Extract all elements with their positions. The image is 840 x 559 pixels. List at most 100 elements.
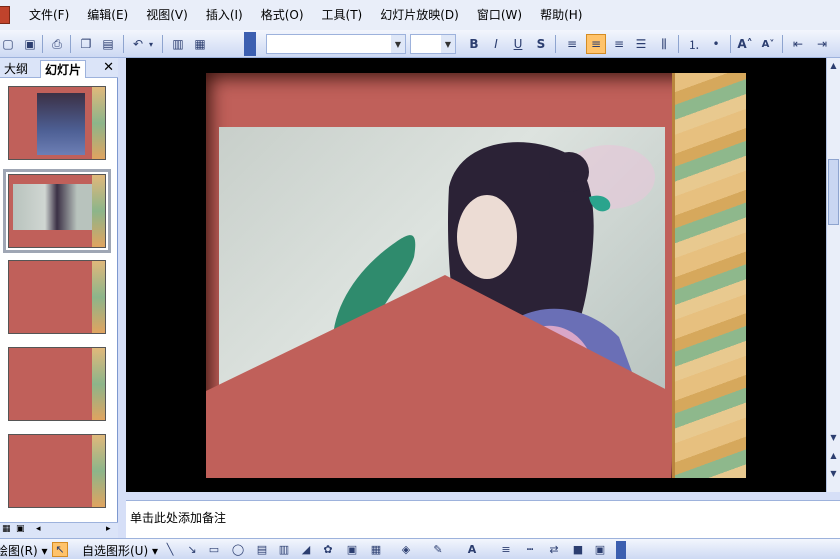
- slide-thumbnail-1[interactable]: [8, 86, 106, 160]
- toolbar-separator: [782, 35, 783, 53]
- decrease-indent-icon[interactable]: ⇤: [788, 34, 808, 54]
- toolbar-separator: [162, 35, 163, 53]
- align-right-icon[interactable]: ≡: [609, 34, 629, 54]
- undo-dropdown-icon[interactable]: ▾: [146, 34, 156, 54]
- menu-file[interactable]: 文件(F): [20, 0, 78, 30]
- 3d-style-icon[interactable]: ▣: [592, 542, 608, 557]
- slides-panel: 大纲 幻灯片 ✕: [0, 58, 118, 522]
- align-left-icon[interactable]: ≡: [562, 34, 582, 54]
- numbering-icon[interactable]: ⒈: [684, 34, 704, 54]
- table-icon[interactable]: ▦: [190, 34, 210, 54]
- next-slide-icon[interactable]: ▼: [827, 466, 840, 480]
- menu-slideshow[interactable]: 幻灯片放映(D): [371, 0, 468, 30]
- chevron-down-icon[interactable]: ▼: [441, 35, 455, 53]
- tab-outline[interactable]: 大纲: [0, 60, 32, 78]
- align-center-icon[interactable]: ≡: [586, 34, 606, 54]
- decrease-font-icon[interactable]: A˅: [758, 34, 778, 54]
- draw-menu[interactable]: 绘图(R) ▾: [0, 542, 48, 559]
- select-objects-icon[interactable]: ↖: [52, 542, 68, 557]
- new-icon[interactable]: ▢: [0, 34, 18, 54]
- font-name-combo[interactable]: ▼: [266, 34, 406, 54]
- toolbar: ▢ ▣ ⎙ ❐ ▤ ↶ ▾ ▥ ▦ ▼ ▼ B I U S ≡ ≡ ≡ ☰ ⫼ …: [0, 30, 840, 58]
- menu-window[interactable]: 窗口(W): [468, 0, 531, 30]
- toolbar-overflow-handle[interactable]: [244, 32, 256, 56]
- bullets-icon[interactable]: •: [706, 34, 726, 54]
- menu-format[interactable]: 格式(O): [252, 0, 313, 30]
- picture-icon[interactable]: ▦: [368, 542, 384, 557]
- menu-help[interactable]: 帮助(H): [531, 0, 591, 30]
- sorter-view-icon[interactable]: ▣: [16, 524, 25, 534]
- thumbnail-photo: [37, 93, 85, 155]
- slide-thumbnail-5[interactable]: [8, 434, 106, 508]
- slide-pentagon-overlay[interactable]: [206, 73, 746, 478]
- menu-bar: 文件(F) 编辑(E) 视图(V) 插入(I) 格式(O) 工具(T) 幻灯片放…: [0, 0, 840, 30]
- line-color-icon[interactable]: ✎: [430, 542, 446, 557]
- slide-thumbnail-2[interactable]: [3, 169, 111, 253]
- diagram-icon[interactable]: ✿: [320, 542, 336, 557]
- copy-icon[interactable]: ❐: [76, 34, 96, 54]
- slide-thumbnail-3[interactable]: [8, 260, 106, 334]
- thumbnail-border-strip: [92, 175, 105, 247]
- slide-decorative-border[interactable]: [672, 73, 746, 478]
- notes-pane[interactable]: 单击此处添加备注: [126, 500, 840, 538]
- powerpoint-app-icon[interactable]: [0, 6, 10, 24]
- shadow-style-icon[interactable]: ■: [570, 542, 586, 557]
- font-size-combo[interactable]: ▼: [410, 34, 456, 54]
- notes-placeholder: 单击此处添加备注: [130, 511, 227, 525]
- dash-style-icon[interactable]: ┅: [522, 542, 538, 557]
- normal-view-icon[interactable]: ▦: [2, 524, 11, 534]
- thumbnail-photo: [13, 184, 93, 230]
- shadow-icon[interactable]: S: [531, 34, 551, 54]
- clipart-icon[interactable]: ▣: [344, 542, 360, 557]
- chart-icon[interactable]: ▥: [168, 34, 188, 54]
- toolbar-overflow-handle[interactable]: [616, 541, 626, 559]
- scrollbar-thumb[interactable]: [828, 159, 839, 225]
- close-icon[interactable]: ✕: [103, 60, 114, 76]
- arrow-style-icon[interactable]: ⇄: [546, 542, 562, 557]
- undo-icon[interactable]: ↶: [128, 34, 148, 54]
- thumbnail-border-strip: [92, 435, 105, 507]
- oval-icon[interactable]: ◯: [230, 542, 246, 557]
- vertical-textbox-icon[interactable]: ▥: [276, 542, 292, 557]
- fill-color-icon[interactable]: ◈: [398, 542, 414, 557]
- scroll-left-icon[interactable]: ◂: [36, 524, 41, 534]
- arrow-icon[interactable]: ↘: [184, 542, 200, 557]
- thumbnail-border-strip: [92, 87, 105, 159]
- print-icon[interactable]: ⎙: [47, 34, 67, 54]
- slide-thumbnail-4[interactable]: [8, 347, 106, 421]
- thumbnail-border-strip: [92, 348, 105, 420]
- menu-edit[interactable]: 编辑(E): [78, 0, 137, 30]
- scroll-down-icon[interactable]: ▼: [827, 430, 840, 444]
- scroll-right-icon[interactable]: ▸: [106, 524, 111, 534]
- wordart-icon[interactable]: ◢: [298, 542, 314, 557]
- tab-slides[interactable]: 幻灯片: [40, 60, 87, 78]
- toolbar-separator: [678, 35, 679, 53]
- increase-font-icon[interactable]: A˄: [735, 34, 755, 54]
- current-slide[interactable]: [206, 73, 746, 478]
- line-style-icon[interactable]: ≡: [498, 542, 514, 557]
- italic-icon[interactable]: I: [486, 34, 506, 54]
- drawing-toolbar: 绘图(R) ▾ ↖ 自选图形(U) ▾ ╲ ↘ ▭ ◯ ▤ ▥ ◢ ✿ ▣ ▦ …: [0, 538, 840, 559]
- chevron-down-icon[interactable]: ▼: [391, 35, 405, 53]
- font-color-icon[interactable]: A: [464, 542, 480, 557]
- toolbar-separator: [70, 35, 71, 53]
- bold-icon[interactable]: B: [464, 34, 484, 54]
- vertical-scrollbar[interactable]: ▲ ▼ ▲ ▼: [826, 58, 840, 492]
- open-icon[interactable]: ▣: [20, 34, 40, 54]
- paste-icon[interactable]: ▤: [98, 34, 118, 54]
- distribute-icon[interactable]: ⫼: [654, 34, 674, 54]
- menu-view[interactable]: 视图(V): [137, 0, 197, 30]
- scroll-up-icon[interactable]: ▲: [827, 58, 840, 72]
- previous-slide-icon[interactable]: ▲: [827, 448, 840, 462]
- rectangle-icon[interactable]: ▭: [206, 542, 222, 557]
- textbox-icon[interactable]: ▤: [254, 542, 270, 557]
- pentagon-shape: [206, 275, 671, 478]
- autoshapes-menu[interactable]: 自选图形(U) ▾: [82, 542, 158, 559]
- underline-icon[interactable]: U: [508, 34, 528, 54]
- toolbar-separator: [42, 35, 43, 53]
- justify-icon[interactable]: ☰: [631, 34, 651, 54]
- line-icon[interactable]: ╲: [162, 542, 178, 557]
- menu-tools[interactable]: 工具(T): [313, 0, 372, 30]
- menu-insert[interactable]: 插入(I): [197, 0, 252, 30]
- increase-indent-icon[interactable]: ⇥: [812, 34, 832, 54]
